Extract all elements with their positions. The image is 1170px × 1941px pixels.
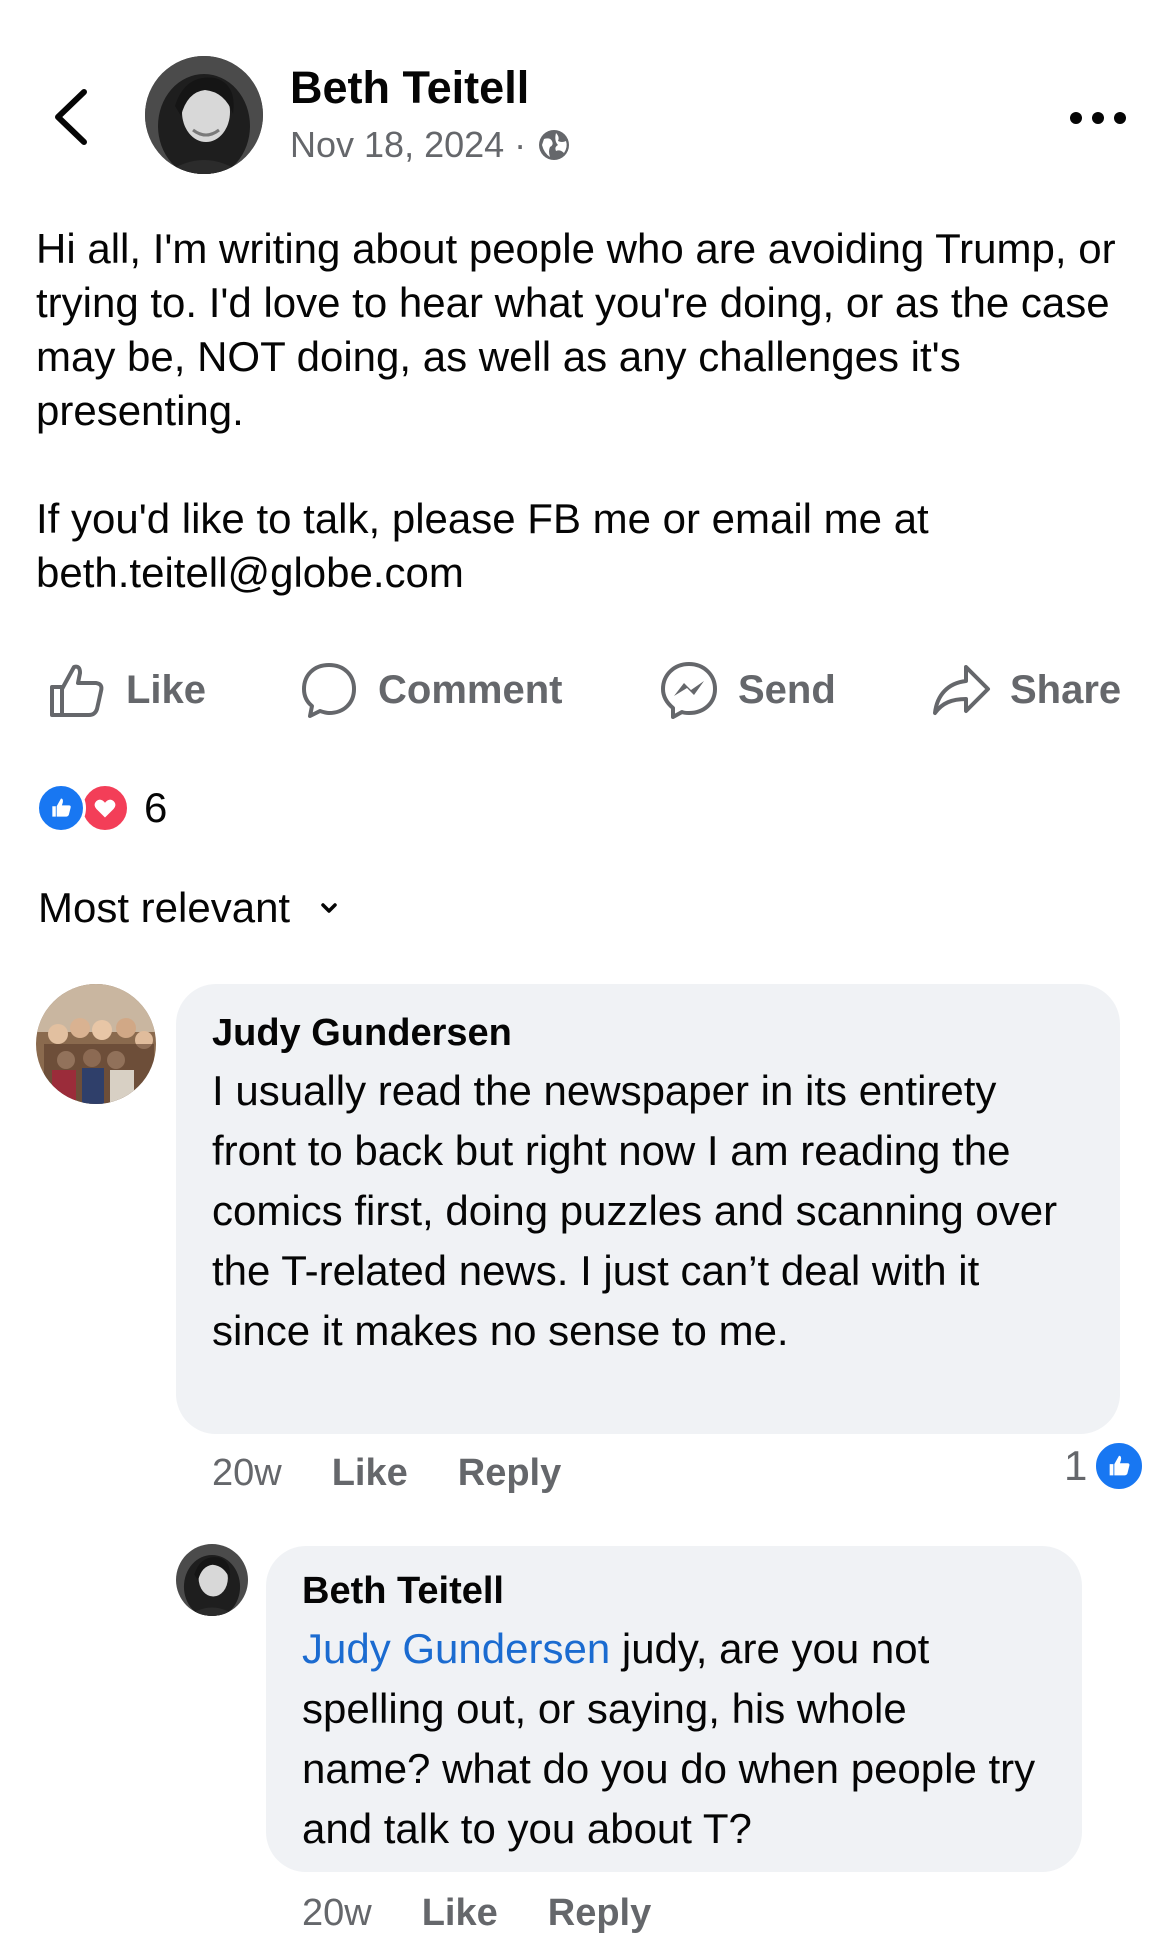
like-reaction-icon — [36, 783, 86, 833]
love-reaction-icon — [80, 783, 130, 833]
comment-label: Comment — [378, 667, 563, 712]
reply-author-avatar[interactable] — [176, 1544, 248, 1616]
comment-like-button[interactable]: Like — [332, 1452, 408, 1495]
post-header: Beth Teitell Nov 18, 2024 · — [0, 0, 1170, 190]
reply-reply-button[interactable]: Reply — [548, 1892, 651, 1935]
back-button[interactable] — [48, 86, 92, 148]
comment-time[interactable]: 20w — [212, 1452, 282, 1495]
sort-label: Most relevant — [38, 884, 291, 931]
post-date[interactable]: Nov 18, 2024 — [290, 124, 504, 166]
comment-bubble-icon — [302, 663, 356, 718]
comment-meta: 20w Like Reply — [212, 1452, 611, 1495]
group-photo — [36, 984, 156, 1104]
thumbs-up-icon — [50, 664, 104, 717]
comment-author[interactable]: Judy Gundersen — [212, 1012, 1084, 1055]
share-label: Share — [1010, 667, 1122, 712]
reply-author[interactable]: Beth Teitell — [302, 1570, 1046, 1613]
like-reaction-icon — [1093, 1440, 1146, 1492]
messenger-icon — [661, 662, 717, 719]
send-label: Send — [738, 667, 836, 712]
globe-icon — [536, 127, 572, 163]
reply-bubble: Beth Teitell Judy Gundersen judy, are yo… — [266, 1546, 1082, 1872]
post-text: Hi all, I'm writing about people who are… — [36, 222, 1136, 600]
more-dots-icon — [1070, 112, 1126, 124]
share-button[interactable]: Share — [930, 650, 1121, 730]
author-avatar[interactable] — [145, 56, 263, 174]
post-paragraph: If you'd like to talk, please FB me or e… — [36, 495, 941, 596]
comment-sort-dropdown[interactable]: Most relevant — [38, 884, 342, 932]
reactions-summary[interactable]: 6 — [36, 780, 167, 836]
commenter-avatar[interactable] — [36, 984, 156, 1104]
chevron-down-icon — [321, 903, 337, 913]
avatar-photo — [176, 1544, 248, 1616]
comment-text: I usually read the newspaper in its enti… — [212, 1067, 1058, 1354]
chevron-left-icon — [55, 89, 87, 145]
reply-time[interactable]: 20w — [302, 1892, 372, 1935]
comment-button[interactable]: Comment — [298, 650, 562, 730]
like-label: Like — [126, 667, 207, 712]
meta-separator: · — [514, 124, 527, 165]
more-options-button[interactable] — [1068, 100, 1128, 136]
reply-text: Judy Gundersen judy, are you not spellin… — [302, 1619, 1046, 1859]
reply-like-button[interactable]: Like — [422, 1892, 498, 1935]
reply-meta: 20w Like Reply — [302, 1892, 701, 1935]
like-button[interactable]: Like — [46, 650, 206, 730]
comment-bubble: Judy Gundersen I usually read the newspa… — [176, 984, 1120, 1434]
comment-reaction-count: 1 — [1064, 1442, 1088, 1489]
share-arrow-icon — [933, 665, 990, 715]
reaction-count: 6 — [144, 784, 168, 831]
avatar-photo — [145, 56, 263, 174]
comment-reactions[interactable]: 1 — [1064, 1440, 1146, 1492]
post-paragraph: Hi all, I'm writing about people who are… — [36, 225, 1128, 434]
post-meta: Nov 18, 2024 · — [290, 124, 572, 166]
mention-link[interactable]: Judy Gundersen — [302, 1625, 610, 1672]
post-author-name[interactable]: Beth Teitell — [290, 62, 529, 114]
comment-reply-button[interactable]: Reply — [458, 1452, 561, 1495]
send-button[interactable]: Send — [658, 650, 836, 730]
post-action-bar: Like Comment Send Share — [0, 650, 1170, 730]
